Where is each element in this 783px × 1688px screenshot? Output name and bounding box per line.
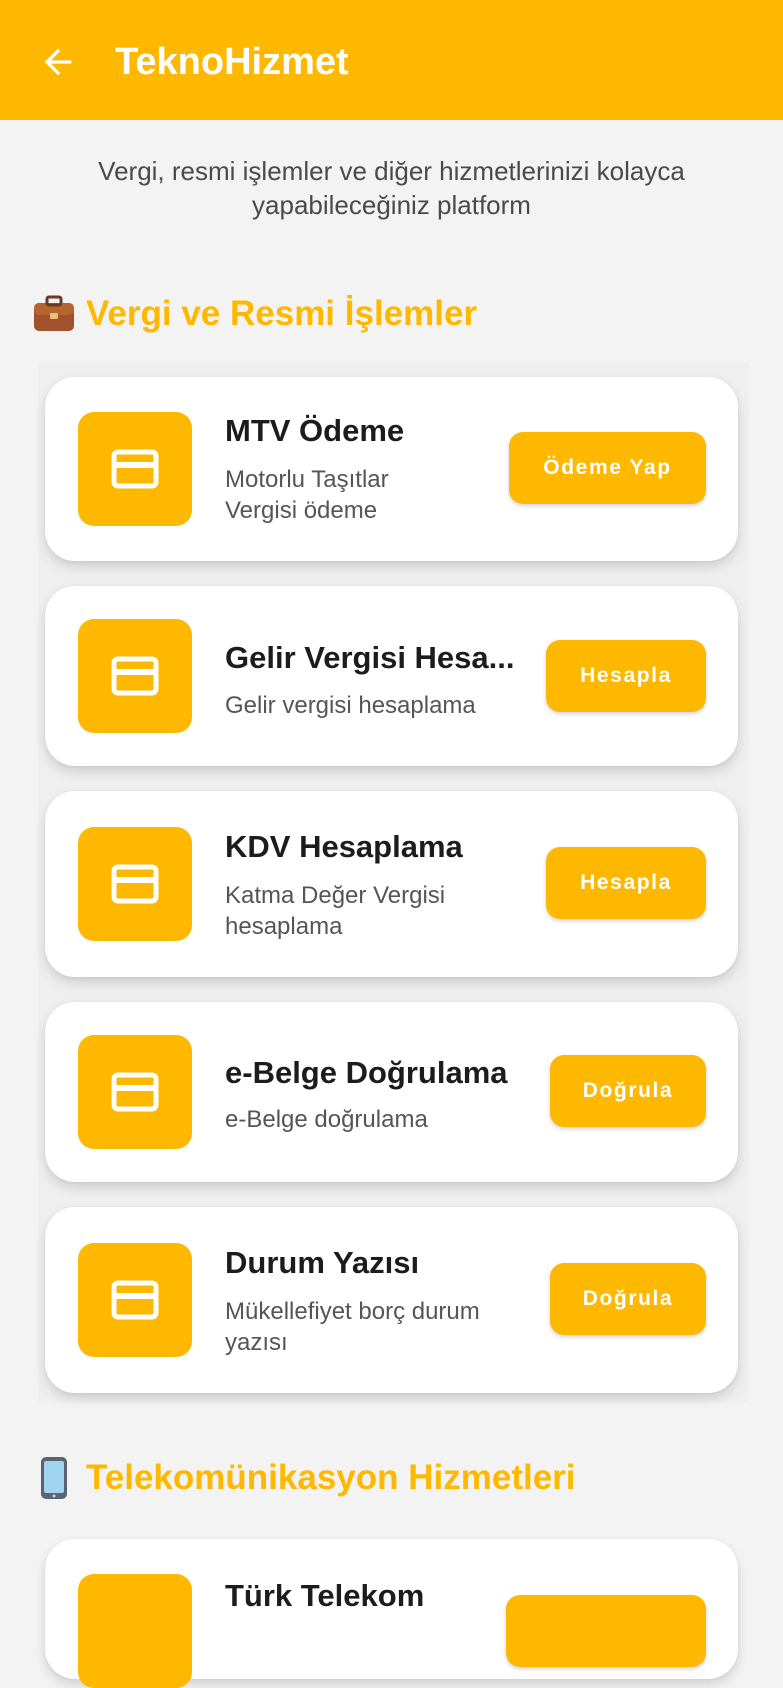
app-bar: TeknoHizmet — [0, 0, 783, 120]
verify-button[interactable]: Doğrula — [550, 1055, 706, 1127]
card-title: MTV Ödeme — [225, 413, 405, 448]
back-arrow-icon[interactable] — [34, 38, 82, 86]
page-subtitle: Vergi, resmi işlemler ve diğer hizmetler… — [98, 156, 685, 220]
card-title: Gelir Vergisi Hesa... — [225, 640, 515, 675]
card-description-line: Motorlu Taşıtlar — [225, 466, 389, 493]
card-description-line: Katma Değer Vergisi — [225, 882, 446, 909]
section-title-vergi: Vergi ve Resmi İşlemler — [32, 292, 477, 336]
card-description: e-Belge doğrulama — [225, 1104, 428, 1135]
service-card-turk-telekom[interactable]: Türk Telekom — [45, 1539, 738, 1688]
card-description: Mükellefiyet borç durum yazısı — [225, 1296, 480, 1358]
credit-card-icon — [78, 412, 192, 526]
card-description: Katma Değer Vergisi hesaplama — [225, 880, 445, 942]
card-description: Motorlu Taşıtlar Vergisi ödeme — [225, 464, 389, 526]
section-title-telekom: Telekomünikasyon Hizmetleri — [32, 1456, 576, 1500]
card-title: Durum Yazısı — [225, 1245, 420, 1280]
app-title: TeknoHizmet — [115, 41, 349, 83]
mobile-phone-icon — [32, 1456, 76, 1500]
service-card-durum-yazisi[interactable]: Durum Yazısı Mükellefiyet borç durum yaz… — [45, 1207, 738, 1393]
credit-card-icon — [78, 1574, 192, 1688]
service-card-mtv[interactable]: MTV Ödeme Motorlu Taşıtlar Vergisi ödeme… — [45, 377, 738, 561]
card-description: Gelir vergisi hesaplama — [225, 690, 476, 721]
service-card-kdv[interactable]: KDV Hesaplama Katma Değer Vergisi hesapl… — [45, 791, 738, 977]
card-description-line: Vergisi ödeme — [225, 497, 378, 524]
briefcase-icon — [32, 292, 76, 336]
credit-card-icon — [78, 1035, 192, 1149]
service-card-gelir-vergisi[interactable]: Gelir Vergisi Hesa... Gelir vergisi hesa… — [45, 586, 738, 766]
section-title-text: Vergi ve Resmi İşlemler — [86, 294, 478, 333]
credit-card-icon — [78, 619, 192, 733]
card-description-line: Gelir vergisi hesaplama — [225, 692, 476, 719]
card-description-line: hesaplama — [225, 913, 343, 940]
card-description-line: yazısı — [225, 1329, 288, 1356]
calculate-button[interactable]: Hesapla — [546, 640, 706, 712]
card-title: Türk Telekom — [225, 1578, 425, 1613]
verify-button[interactable]: Doğrula — [550, 1263, 706, 1335]
card-description-line: Mükellefiyet borç durum — [225, 1298, 480, 1325]
pay-button[interactable]: Ödeme Yap — [509, 432, 706, 504]
service-card-ebelge[interactable]: e-Belge Doğrulama e-Belge doğrulama Doğr… — [45, 1002, 738, 1182]
credit-card-icon — [78, 1243, 192, 1357]
credit-card-icon — [78, 827, 192, 941]
section-title-text: Telekomünikasyon Hizmetleri — [86, 1458, 576, 1497]
calculate-button[interactable]: Hesapla — [546, 847, 706, 919]
card-title: e-Belge Doğrulama — [225, 1055, 508, 1090]
card-description-line: e-Belge doğrulama — [225, 1106, 428, 1133]
card-title: KDV Hesaplama — [225, 829, 463, 864]
service-button[interactable] — [506, 1595, 706, 1667]
